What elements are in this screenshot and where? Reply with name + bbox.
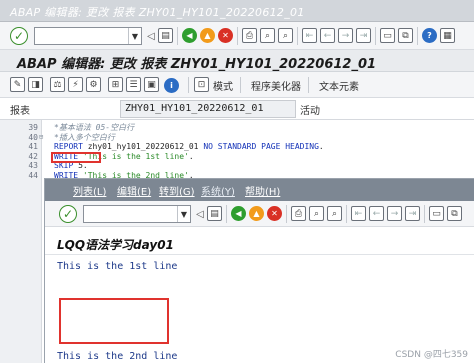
menu-list[interactable]: 列表(L) [73,183,106,198]
status-badge: 活动 [300,106,320,117]
program-name-field: ZHY01_HY101_20220612_01 [120,100,296,118]
application-toolbar: ✎ ◨ ⚖ ⚡ ⚙ ⊞ ☰ ▣ i ⊡ 模式 程序美化器 文本元素 [0,72,474,98]
chevron-down-icon[interactable]: ▼ [128,28,141,44]
next-page-icon[interactable]: → [387,206,402,221]
find-icon[interactable]: ⌕ [260,28,275,43]
line-number: 41 [28,142,38,151]
blank-lines-highlight-box [59,298,169,344]
window-title: ABAP 编辑器: 更改 报表 ZHY01_HY101_20220612_01 [10,6,305,19]
menu-help[interactable]: 帮助(H) [245,183,280,198]
line-number: 43 [28,161,38,170]
prev-page-icon[interactable]: ← [320,28,335,43]
back-icon[interactable]: ◀ [182,28,197,43]
pattern-button[interactable]: 模式 [208,76,238,94]
code-text: REPORT zhy01_hy101_20220612_01 NO STANDA… [54,142,324,152]
system-toolbar: ✓ ▼ ◁ ▤ ◀ ▲ ✕ ⎙ ⌕ ⌕ ⇤ ← → ⇥ ▭ ⧉ ? ▦ [0,22,474,50]
object-list-icon[interactable]: ☰ [126,77,141,92]
list-title: LQQ语法学习day01 [57,238,174,252]
line-number: 42 [28,151,38,161]
watermark: CSDN @四七359 [395,350,468,360]
enter-check-icon[interactable]: ✓ [10,27,28,45]
new-session-icon[interactable]: ▭ [380,28,395,43]
enter-check-icon[interactable]: ✓ [59,205,77,223]
next-page-icon[interactable]: → [338,28,353,43]
code-line[interactable]: 40 ⊟ *插入多个空白行 [0,133,474,143]
customize-icon[interactable]: ▦ [440,28,455,43]
line-number: 40 [28,132,38,142]
find-next-icon[interactable]: ⌕ [327,206,342,221]
back-icon[interactable]: ◀ [231,206,246,221]
last-page-icon[interactable]: ⇥ [356,28,371,43]
info-icon[interactable]: i [164,78,179,93]
menu-bar: 列表(L) 编辑(E) 转到(G) 系统(Y) 帮助(H) [45,179,474,201]
line-number: 44 [28,170,38,180]
code-token: *插入多个空白行 [54,132,115,142]
output-line-1: This is the 1st line [57,261,178,272]
page-title: ABAP 编辑器: 更改 报表 ZHY01_HY101_20220612_01 [17,57,377,72]
chevron-down-icon[interactable]: ▼ [177,206,190,222]
pattern-icon[interactable]: ⊡ [194,77,209,92]
print-icon[interactable]: ⎙ [291,206,306,221]
code-line[interactable]: 41 REPORT zhy01_hy101_20220612_01 NO STAN… [0,142,474,152]
program-label: 报表 [10,106,30,117]
code-text: *基本语法 05-空白行 [54,123,134,133]
code-token: . [318,142,324,151]
program-field-row: 报表 ZHY01_HY101_20220612_01 活动 [0,98,474,120]
exit-icon[interactable]: ▲ [200,28,215,43]
collapse-icon[interactable]: ◁ [195,206,205,222]
command-field[interactable]: ▼ [34,27,142,45]
shortcut-icon[interactable]: ⧉ [398,28,413,43]
menu-edit[interactable]: 编辑(E) [117,183,151,198]
toggle-display-change-icon[interactable]: ✎ [10,77,25,92]
menu-goto[interactable]: 转到(G) [159,183,195,198]
fold-marker-icon[interactable]: ⊟ [39,133,43,143]
collapse-icon[interactable]: ◁ [146,28,156,44]
pretty-printer-button[interactable]: 程序美化器 [246,76,306,94]
new-session-icon[interactable]: ▭ [429,206,444,221]
save-icon[interactable]: ▤ [207,206,222,221]
first-page-icon[interactable]: ⇤ [351,206,366,221]
other-object-icon[interactable]: ◨ [28,77,43,92]
code-line[interactable]: 39 *基本语法 05-空白行 [0,123,474,133]
help-icon[interactable]: ? [422,28,437,43]
code-token: zhy01_hy101_20220612_01 [82,142,204,151]
code-text: *插入多个空白行 [54,133,115,143]
window-titlebar: ABAP 编辑器: 更改 报表 ZHY01_HY101_20220612_01 [0,0,474,22]
code-token: REPORT [54,142,83,151]
first-page-icon[interactable]: ⇤ [302,28,317,43]
code-token: . [188,151,194,161]
list-title-bar: LQQ语法学习day01 [45,227,474,255]
prev-page-icon[interactable]: ← [369,206,384,221]
exit-icon[interactable]: ▲ [249,206,264,221]
check-syntax-icon[interactable]: ⚖ [50,77,65,92]
find-icon[interactable]: ⌕ [309,206,324,221]
print-icon[interactable]: ⎙ [242,28,257,43]
screen-header: ABAP 编辑器: 更改 报表 ZHY01_HY101_20220612_01 [0,50,474,72]
cancel-icon[interactable]: ✕ [267,206,282,221]
find-next-icon[interactable]: ⌕ [278,28,293,43]
skip-highlight-box [51,152,101,163]
code-token: NO STANDARD PAGE HEADING [203,142,319,151]
text-elements-button[interactable]: 文本元素 [314,76,364,94]
shortcut-icon[interactable]: ⧉ [447,206,462,221]
line-number: 39 [28,123,38,132]
where-used-icon[interactable]: ⊞ [108,77,123,92]
test-icon[interactable]: ⚙ [86,77,101,92]
menu-system[interactable]: 系统(Y) [201,183,235,198]
navigation-window-icon[interactable]: ▣ [144,77,159,92]
activate-icon[interactable]: ⚡ [68,77,83,92]
save-icon[interactable]: ▤ [158,28,173,43]
last-page-icon[interactable]: ⇥ [405,206,420,221]
list-toolbar: ✓ ▼ ◁ ▤ ◀ ▲ ✕ ⎙ ⌕ ⌕ ⇤ ← → ⇥ ▭ ⧉ [45,201,474,227]
code-token: *基本语法 05-空白行 [54,123,135,132]
cancel-icon[interactable]: ✕ [218,28,233,43]
list-output-window: 列表(L) 编辑(E) 转到(G) 系统(Y) 帮助(H) ✓ ▼ ◁ ▤ ◀ … [44,178,474,363]
list-command-field[interactable]: ▼ [83,205,191,223]
output-line-2: This is the 2nd line [57,351,178,362]
